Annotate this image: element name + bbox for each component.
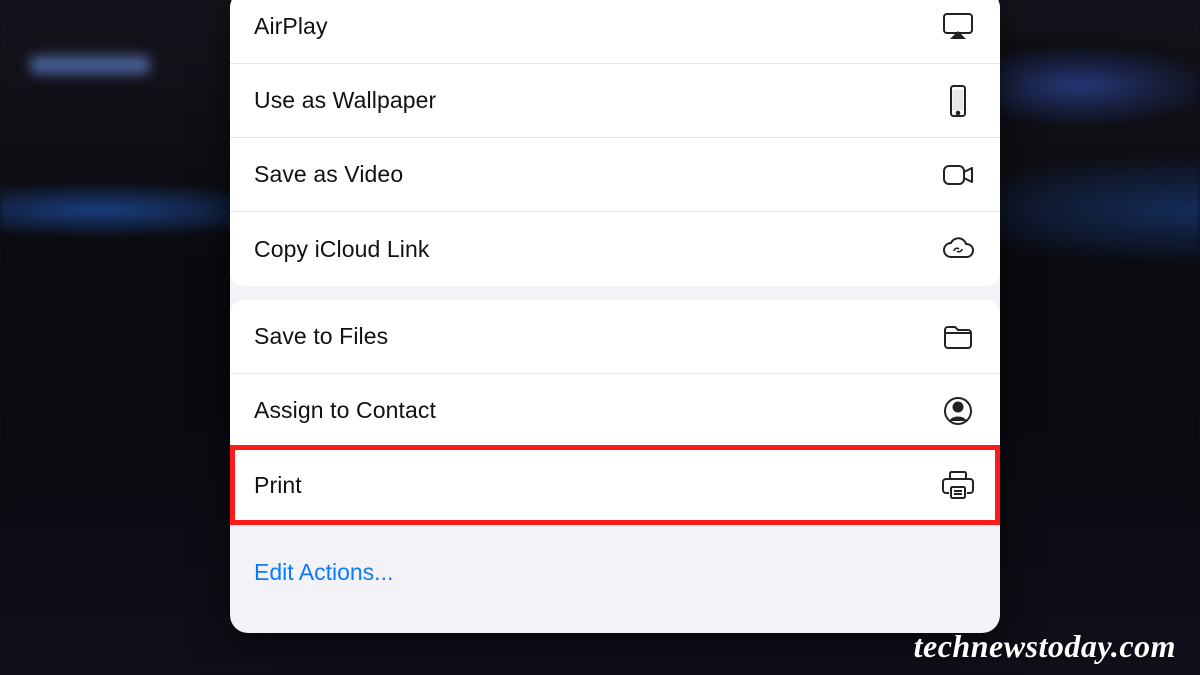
folder-icon bbox=[940, 319, 976, 355]
action-label: Save to Files bbox=[254, 323, 388, 350]
phone-icon bbox=[940, 83, 976, 119]
action-label: Use as Wallpaper bbox=[254, 87, 436, 114]
action-airplay[interactable]: AirPlay bbox=[230, 0, 1000, 64]
airplay-icon bbox=[940, 9, 976, 45]
action-label: Save as Video bbox=[254, 161, 403, 188]
edit-actions-row[interactable]: Edit Actions... bbox=[230, 536, 1000, 608]
action-group-1: AirPlay Use as Wallpaper Save as Video bbox=[230, 0, 1000, 286]
action-use-as-wallpaper[interactable]: Use as Wallpaper bbox=[230, 64, 1000, 138]
action-save-to-files[interactable]: Save to Files bbox=[230, 300, 1000, 374]
action-label: Copy iCloud Link bbox=[254, 236, 429, 263]
contact-icon bbox=[940, 393, 976, 429]
edit-actions-link: Edit Actions... bbox=[254, 559, 393, 586]
action-label: AirPlay bbox=[254, 13, 328, 40]
share-sheet: AirPlay Use as Wallpaper Save as Video bbox=[230, 0, 1000, 633]
action-save-as-video[interactable]: Save as Video bbox=[230, 138, 1000, 212]
action-print[interactable]: Print bbox=[230, 448, 1000, 522]
action-assign-to-contact[interactable]: Assign to Contact bbox=[230, 374, 1000, 448]
printer-icon bbox=[940, 467, 976, 503]
action-group-2: Save to Files Assign to Contact Print bbox=[230, 300, 1000, 522]
action-label: Print bbox=[254, 472, 302, 499]
action-label: Assign to Contact bbox=[254, 397, 436, 424]
background-glow bbox=[30, 56, 150, 74]
highlight-box bbox=[230, 445, 1000, 525]
watermark: technewstoday.com bbox=[914, 628, 1176, 665]
cloud-link-icon bbox=[940, 231, 976, 267]
action-copy-icloud-link[interactable]: Copy iCloud Link bbox=[230, 212, 1000, 286]
video-icon bbox=[940, 157, 976, 193]
